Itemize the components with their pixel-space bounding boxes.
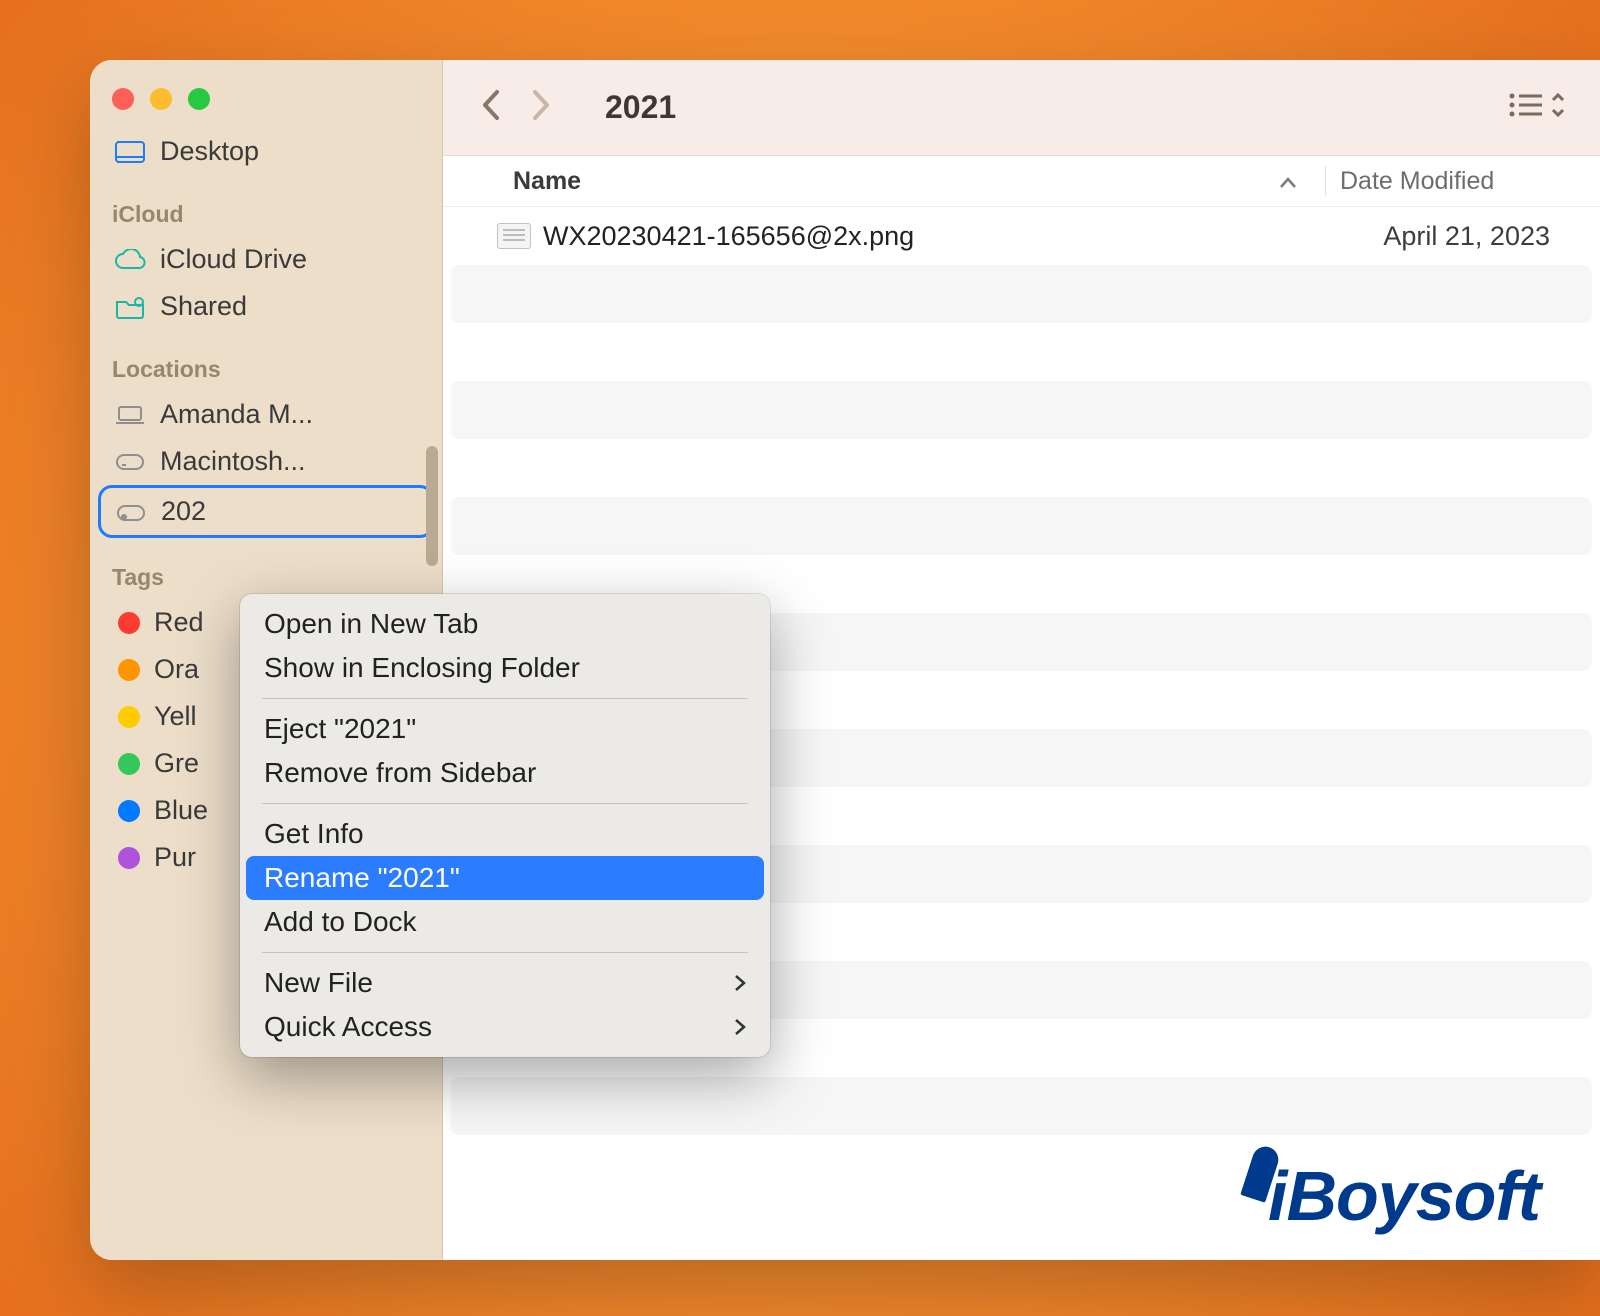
file-name-label: WX20230421-165656@2x.png [543,221,914,252]
chevron-right-icon [734,967,746,999]
tag-dot-icon [118,753,140,775]
ctx-eject[interactable]: Eject "2021" [240,707,770,751]
tag-dot-icon [118,847,140,869]
ctx-remove-sidebar[interactable]: Remove from Sidebar [240,751,770,795]
tag-dot-icon [118,612,140,634]
sidebar-item-label: Pur [154,842,196,873]
view-options-button[interactable] [1506,88,1564,127]
sidebar-item-2021[interactable]: 202 [98,485,434,538]
ctx-rename[interactable]: Rename "2021" [246,856,764,900]
ctx-separator [262,698,748,699]
back-button[interactable] [479,88,501,127]
sidebar-item-label: Macintosh... [160,446,306,477]
column-name[interactable]: Name [513,167,1279,196]
sidebar-item-label: Blue [154,795,208,826]
sidebar-item-label: iCloud Drive [160,244,307,275]
sidebar-scrollbar[interactable] [426,446,438,566]
ctx-separator [262,803,748,804]
sidebar-item-label: Red [154,607,204,638]
zoom-icon[interactable] [188,88,210,110]
empty-row [443,323,1600,381]
ctx-open-new-tab[interactable]: Open in New Tab [240,602,770,646]
cloud-icon [114,246,146,274]
file-row[interactable]: WX20230421-165656@2x.png April 21, 2023 [443,207,1600,265]
sidebar-item-amanda[interactable]: Amanda M... [100,391,432,438]
empty-row [443,439,1600,497]
column-header[interactable]: Name Date Modified [443,156,1600,207]
empty-row [451,497,1592,555]
tag-dot-icon [118,706,140,728]
file-name-cell: WX20230421-165656@2x.png [475,221,1340,252]
column-date[interactable]: Date Modified [1340,167,1550,196]
sort-caret-icon [1279,167,1297,196]
close-icon[interactable] [112,88,134,110]
image-file-icon [497,223,531,249]
sidebar-item-desktop[interactable]: Desktop [100,128,432,175]
sidebar-item-label: 202 [161,496,206,527]
shared-folder-icon [114,293,146,321]
window-controls [90,80,442,128]
sidebar-item-label: Gre [154,748,199,779]
file-date-cell: April 21, 2023 [1340,221,1550,252]
ctx-separator [262,952,748,953]
minimize-icon[interactable] [150,88,172,110]
context-menu: Open in New Tab Show in Enclosing Folder… [240,594,770,1057]
chevron-right-icon [531,88,553,122]
sidebar-item-label: Desktop [160,136,259,167]
sidebar-item-macintosh[interactable]: Macintosh... [100,438,432,485]
sidebar-item-label: Shared [160,291,247,322]
disk-image-icon [115,498,147,526]
toolbar: 2021 [443,60,1600,156]
empty-row [451,381,1592,439]
watermark: iBoysoft [1248,1156,1540,1236]
laptop-icon [114,401,146,429]
chevron-right-icon [734,1011,746,1043]
sidebar-section-locations: Locations [90,330,442,391]
sidebar-item-label: Ora [154,654,199,685]
ctx-new-file[interactable]: New File [240,961,770,1005]
sidebar-item-icloud-drive[interactable]: iCloud Drive [100,236,432,283]
sidebar-item-shared[interactable]: Shared [100,283,432,330]
list-view-icon [1506,88,1564,122]
sidebar-section-icloud: iCloud [90,175,442,236]
desktop-icon [114,138,146,166]
tag-dot-icon [118,800,140,822]
sidebar-section-tags: Tags [90,538,442,599]
sidebar-item-label: Amanda M... [160,399,313,430]
chevron-left-icon [479,88,501,122]
empty-row [451,265,1592,323]
window-title: 2021 [605,89,676,126]
ctx-add-dock[interactable]: Add to Dock [240,900,770,944]
empty-row [451,1077,1592,1135]
ctx-get-info[interactable]: Get Info [240,812,770,856]
tag-dot-icon [118,659,140,681]
column-divider [1325,166,1326,196]
forward-button[interactable] [531,88,553,127]
ctx-quick-access[interactable]: Quick Access [240,1005,770,1049]
disk-icon [114,448,146,476]
sidebar-item-label: Yell [154,701,197,732]
ctx-show-enclosing[interactable]: Show in Enclosing Folder [240,646,770,690]
